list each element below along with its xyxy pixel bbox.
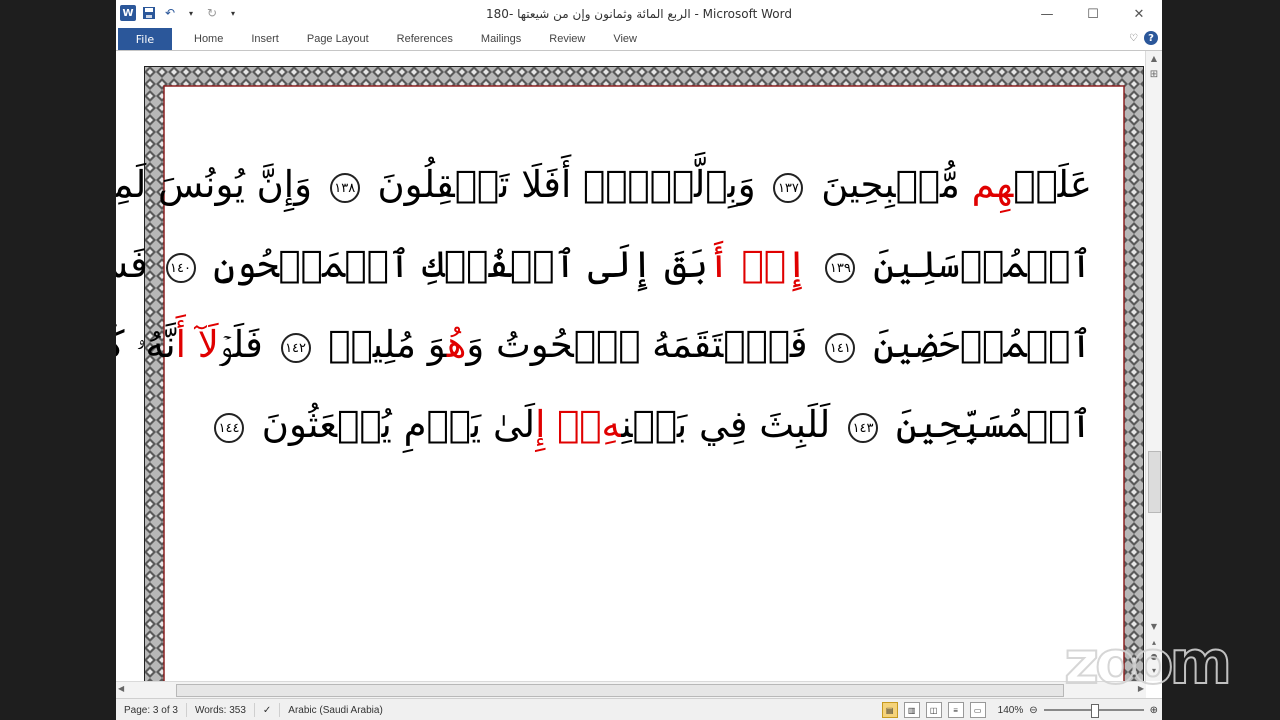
draft-icon[interactable]: ▭ [969,702,986,718]
ribbon-right-controls: ♡ ? [1129,31,1158,45]
print-layout-icon[interactable]: ▤ [881,702,898,718]
verse-text: فَسَاهَمَ فَكَانَ مِنَ [116,243,148,286]
ayah-number-marker: ١٤٤ [214,412,245,443]
text-line: ٱلۡمُرۡسَلِينَ ١٣٩ إِذۡ أَبَقَ إِلَى ٱلۡ… [116,243,1092,286]
status-right-controls: ▤ ▥ ◫ ≡ ▭ 140% ⊖ ⊕ [881,702,1158,718]
page-count[interactable]: Page: 3 of 3 [116,703,187,717]
ribbon-tabs: File Home Insert Page Layout References … [116,28,1162,51]
highlighted-text: أَ [708,243,730,286]
close-button[interactable]: ✕ [1116,0,1162,28]
zoom-watermark: zoom [1063,627,1233,699]
verse-text: فَٱلۡتَقَمَهُ ٱلۡحُوتُ وَ [466,323,820,366]
verse-text: لَىٰ يَوۡمِ يُبۡعَثُونَ [250,403,536,446]
zoom-slider-knob[interactable] [1090,704,1099,718]
tab-mailings[interactable]: Mailings [467,33,535,45]
verse-text: فَلَوۡ [218,323,275,366]
highlighted-text: لَآ أَ [175,323,219,366]
highlighted-text: إِذۡ [741,243,808,286]
web-layout-icon[interactable]: ◫ [925,702,942,718]
window-controls: — ☐ ✕ [1024,0,1162,28]
verse-text: عَلَيۡ [1013,163,1092,206]
text-line: ٱلۡمُدۡحَضِينَ ١٤١ فَٱلۡتَقَمَهُ ٱلۡحُوت… [116,323,1092,367]
verse-text [808,243,820,286]
ayah-number-marker: ١٣٧ [773,172,804,203]
title-bar: W ↶ ▾ ↻ ▾ الربع المائة وثمانون وإن من شي… [116,0,1162,29]
proofing-icon[interactable]: ✓ [255,703,281,717]
tab-view[interactable]: View [599,33,651,45]
expand-ribbon-icon[interactable]: ♡ [1129,33,1138,44]
verse-text: ٱلۡمُرۡسَلِينَ [861,243,1092,286]
tab-review[interactable]: Review [535,33,599,45]
document-area[interactable]: عَلَيۡهِم مُّصۡبِحِينَ ١٣٧ وَبِٱلَّيۡلِۚ… [116,51,1146,706]
verse-text: وَإِنَّ يُونُسَ لَمِنَ [116,163,312,206]
scroll-left-icon[interactable]: ◀ [118,684,124,693]
maximize-button[interactable]: ☐ [1070,0,1116,28]
language-indicator[interactable]: Arabic (Saudi Arabia) [280,703,391,717]
ayah-number-marker: ١٣٩ [825,252,856,283]
highlighted-text: هُ [446,323,467,366]
verse-text: ٱلۡمُدۡحَضِينَ [861,323,1092,366]
ayah-number-marker: ١٤٢ [280,332,311,363]
ayah-number-marker: ١٣٨ [329,172,360,203]
verse-text: لَلَبِثَ فِي بَطۡنِ [621,403,843,446]
window-title: الربع المائة وثمانون وإن من شيعتها -180 … [486,7,792,21]
tab-home[interactable]: Home [180,33,237,45]
outline-icon[interactable]: ≡ [947,702,964,718]
verse-text [730,243,742,286]
full-screen-reading-icon[interactable]: ▥ [903,702,920,718]
tab-file[interactable]: File [118,28,172,50]
ayah-number-marker: ١٤١ [825,332,856,363]
word-window: W ↶ ▾ ↻ ▾ الربع المائة وثمانون وإن من شي… [116,0,1162,720]
verse-text: نَّهُۥ كَانَ مِنَ [116,323,176,366]
word-count[interactable]: Words: 353 [187,703,255,717]
quran-text[interactable]: عَلَيۡهِم مُّصۡبِحِينَ ١٣٧ وَبِٱلَّيۡلِۚ… [116,163,1092,483]
status-bar: Page: 3 of 3 Words: 353 ✓ Arabic (Saudi … [116,698,1162,720]
tab-insert[interactable]: Insert [237,33,293,45]
verse-text: مُّصۡبِحِينَ [809,163,972,206]
zoom-out-icon[interactable]: ⊖ [1029,705,1037,716]
tab-page-layout[interactable]: Page Layout [293,33,383,45]
horizontal-scrollbar[interactable]: ◀ ▶ [116,681,1146,698]
minimize-button[interactable]: — [1024,0,1070,28]
vertical-scroll-thumb[interactable] [1148,451,1161,513]
vertical-scrollbar[interactable]: ▲ ⊞ ▼ ▴ ● ▾ [1145,51,1162,681]
verse-text: وَ مُلِيمٞ [316,323,447,366]
scroll-up-icon[interactable]: ▲ [1146,51,1162,65]
ayah-number-marker: ١٤٠ [165,252,196,283]
zoom-level[interactable]: 140% [998,705,1024,716]
zoom-slider[interactable] [1043,704,1144,718]
ayah-number-marker: ١٤٣ [848,412,879,443]
horizontal-scroll-thumb[interactable] [176,684,1064,697]
text-line: عَلَيۡهِم مُّصۡبِحِينَ ١٣٧ وَبِٱلَّيۡلِۚ… [116,163,1092,206]
text-line: ٱلۡمُسَبِّحِينَ ١٤٣ لَلَبِثَ فِي بَطۡنِه… [208,403,1092,446]
verse-text: ٱلۡمُسَبِّحِينَ [884,403,1092,446]
ruler-toggle-icon[interactable]: ⊞ [1146,67,1162,81]
highlighted-text: هِم [971,163,1014,206]
highlighted-text: هِۦٓ إِ [535,403,622,446]
verse-text: بَقَ إِلَى ٱلۡفُلۡكِ ٱلۡمَشۡحُونِ [201,243,709,286]
tab-references[interactable]: References [383,33,467,45]
help-icon[interactable]: ? [1144,31,1158,45]
verse-text: وَبِٱلَّيۡلِۚ أَفَلَا تَعۡقِلُونَ [365,163,768,206]
zoom-in-icon[interactable]: ⊕ [1150,705,1158,716]
